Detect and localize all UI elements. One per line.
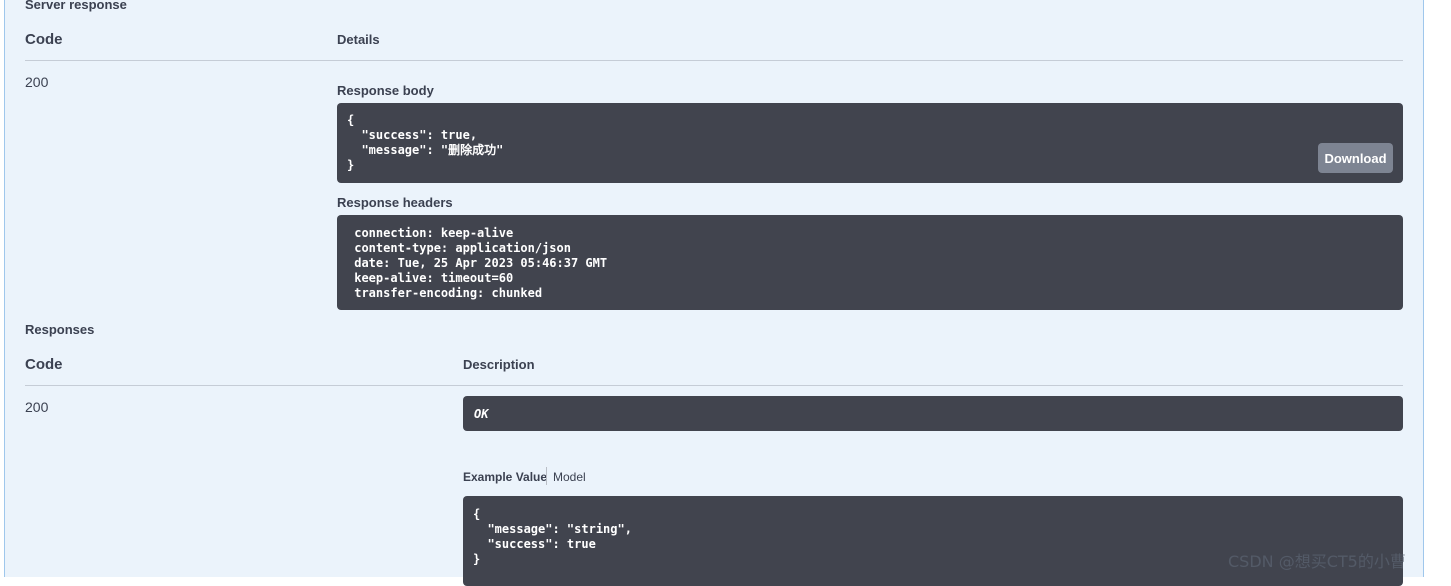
response-headers-block[interactable]: connection: keep-alive content-type: app… — [337, 215, 1403, 310]
response-headers-content: connection: keep-alive content-type: app… — [354, 226, 608, 300]
response-body-label: Response body — [337, 83, 434, 98]
example-value-block[interactable]: { "message": "string", "success": true } — [463, 496, 1403, 586]
responses-code-header: Code — [25, 356, 63, 373]
server-response-title: Server response — [25, 0, 127, 12]
responses-header-divider — [25, 385, 1403, 386]
tab-model[interactable]: Model — [553, 470, 586, 484]
responses-status-code: 200 — [25, 399, 49, 415]
download-button[interactable]: Download — [1318, 143, 1393, 173]
description-text: OK — [474, 407, 489, 421]
responses-title: Responses — [25, 322, 95, 337]
tab-example-value[interactable]: Example Value — [463, 470, 547, 484]
tab-separator — [546, 467, 547, 485]
response-body-content: { "success": true, "message": "删除成功" } — [347, 113, 504, 172]
code-column-header: Code — [25, 31, 63, 48]
watermark: CSDN @想买CT5的小曹 — [1228, 552, 1406, 571]
responses-panel: Server response Code Details 200 Respons… — [4, 0, 1424, 586]
details-column-header: Details — [337, 32, 380, 47]
header-divider — [25, 60, 1403, 61]
response-headers-label: Response headers — [337, 195, 453, 210]
response-status-code: 200 — [25, 74, 49, 90]
response-body-block[interactable]: { "success": true, "message": "删除成功" } D… — [337, 103, 1403, 183]
description-block: OK — [463, 396, 1403, 431]
description-column-header: Description — [463, 357, 535, 372]
